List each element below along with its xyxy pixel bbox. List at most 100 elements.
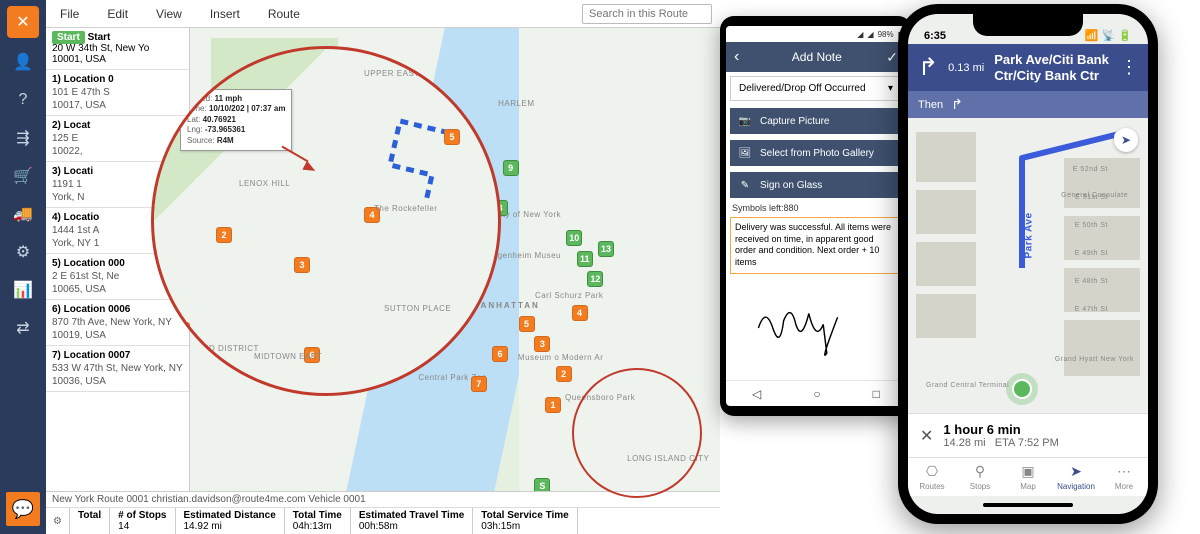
gear-icon[interactable]: ⚙ [46, 508, 70, 534]
menu-edit[interactable]: Edit [93, 7, 142, 21]
route-point-tooltip: Speed: 11 mph Time: 10/10/202 | 07:37 am… [180, 89, 292, 151]
eta-dist-unit: mi [974, 437, 986, 449]
map-stop[interactable]: 4 [572, 305, 588, 321]
then-label: Then [918, 99, 943, 111]
start-addr2: 10001, USA [52, 54, 106, 65]
signal-icon: ◢ [857, 30, 863, 39]
nav-recent-icon[interactable]: □ [873, 387, 880, 401]
zoom-stop: 1 [174, 322, 190, 338]
truck-icon[interactable]: 🚚 [9, 200, 37, 228]
nav-back-icon[interactable]: ◁ [752, 387, 761, 401]
map-label-carl: Carl Schurz Park [535, 291, 603, 300]
help-icon[interactable]: ? [9, 86, 37, 114]
status-dropdown[interactable]: Delivered/Drop Off Occurred ▾ [730, 76, 902, 101]
phone-notch [973, 14, 1083, 36]
map-stop[interactable]: 3 [534, 336, 550, 352]
select-gallery-button[interactable]: 🖼 Select from Photo Gallery [730, 140, 902, 166]
app-logo-icon[interactable]: ✕ [7, 6, 39, 38]
navigation-icon: ➤ [1070, 463, 1082, 480]
nav-home-icon[interactable]: ○ [813, 387, 820, 401]
poi-grand-central: Grand Central Terminal [926, 382, 1009, 389]
map-label-harlem: HARLEM [498, 99, 534, 108]
chat-icon[interactable]: 💬 [6, 492, 40, 526]
street-label-e47: E 47th St [1075, 306, 1108, 313]
dist-value: 14.92 mi [184, 521, 276, 532]
nav-destination: Park Ave/Citi Bank Ctr/City Bank Ctr [994, 52, 1110, 83]
status-time: 6:35 [924, 30, 946, 42]
fleet-icon[interactable]: ⚙ [9, 238, 37, 266]
start-addr1: 20 W 34th St, New Yo [52, 43, 149, 54]
battery-pct: 98% [878, 30, 894, 39]
ett-value: 00h:58m [359, 521, 464, 532]
sign-glass-button[interactable]: ✎ Sign on Glass [730, 172, 902, 198]
zoom-label-sutton: SUTTON PLACE [384, 304, 451, 313]
map-stop[interactable]: 13 [598, 241, 614, 257]
home-indicator[interactable] [908, 496, 1148, 514]
street-label-e50: E 50th St [1075, 222, 1108, 229]
swap-icon[interactable]: ⇄ [9, 314, 37, 342]
zoom-stop: 3 [294, 257, 310, 273]
menu-route[interactable]: Route [254, 7, 314, 21]
eta-dist: 14.28 [943, 437, 971, 449]
phone-navigation: 6:35 📶 📡 🔋 ↱ 0.13 mi Park Ave/Citi Bank … [898, 4, 1158, 524]
main-column: File Edit View Insert Route Start Start … [46, 0, 720, 534]
signature-icon: ✎ [738, 179, 752, 191]
vehicle-marker-icon [1012, 379, 1032, 399]
menu-file[interactable]: File [46, 7, 93, 21]
poi-grand-hyatt: Grand Hyatt New York [1055, 356, 1134, 363]
tab-navigation[interactable]: ➤Navigation [1052, 458, 1100, 496]
tt-header: Total Time [293, 510, 342, 521]
confirm-icon[interactable]: ✓ [886, 49, 898, 66]
back-icon[interactable]: ‹ [734, 48, 739, 66]
gallery-icon: 🖼 [738, 147, 752, 159]
map-stop[interactable]: 10 [566, 230, 582, 246]
tab-routes[interactable]: ⎔Routes [908, 458, 956, 496]
map-focus-circle [572, 368, 702, 498]
close-icon[interactable]: ✕ [920, 426, 933, 446]
tst-header: Total Service Time [481, 510, 568, 521]
street-label-e48: E 48th St [1075, 278, 1108, 285]
note-textarea[interactable]: Delivery was successful. All items were … [730, 217, 902, 274]
tab-more[interactable]: ⋯More [1100, 458, 1148, 496]
recenter-button[interactable]: ➤ [1114, 128, 1138, 152]
nav-then-bar: Then ↱ [908, 91, 1148, 118]
chevron-down-icon: ▾ [888, 83, 893, 94]
zoom-label-midtown: MIDTOWN EAST [254, 352, 322, 361]
search-input[interactable] [582, 4, 712, 24]
status-indicators: 📶 📡 🔋 [1085, 29, 1132, 42]
map-stop[interactable]: 2 [556, 366, 572, 382]
map-stop[interactable]: 1 [545, 397, 561, 413]
signature-pad[interactable] [726, 276, 906, 380]
eta-label: ETA [995, 437, 1015, 449]
menu-view[interactable]: View [142, 7, 196, 21]
menu-insert[interactable]: Insert [196, 7, 254, 21]
phone1-header: ‹ Add Note ✓ [726, 42, 906, 72]
phone1-status-bar: ◢ ◢ 98% ▮ [726, 26, 906, 42]
tab-map[interactable]: ▣Map [1004, 458, 1052, 496]
then-turn-icon: ↱ [951, 96, 963, 113]
routes-icon: ⎔ [926, 463, 938, 480]
overflow-menu-icon[interactable]: ⋮ [1120, 57, 1138, 78]
map-stop[interactable]: 12 [587, 271, 603, 287]
map-magnifier: 1 2 3 4 5 6 LENOX HILL UPPER EAST SIDE T… [151, 46, 501, 396]
capture-picture-button[interactable]: 📷 Capture Picture [730, 108, 902, 134]
routes-icon[interactable]: ⇶ [9, 124, 37, 152]
map-stop[interactable]: 9 [503, 160, 519, 176]
nav-header: ↱ 0.13 mi Park Ave/Citi Bank Ctr/City Ba… [908, 44, 1148, 91]
street-label-e49: E 49th St [1075, 250, 1108, 257]
start-title: Start [88, 32, 111, 43]
user-icon[interactable]: 👤 [9, 48, 37, 76]
eta-time: 7:52 PM [1018, 437, 1059, 449]
building-block [916, 294, 976, 338]
map-stop[interactable]: 11 [577, 251, 593, 267]
menubar: File Edit View Insert Route [46, 0, 720, 28]
cart-icon[interactable]: 🛒 [9, 162, 37, 190]
street-label-e52: E 52nd St [1073, 166, 1108, 173]
btn-label: Capture Picture [760, 116, 829, 127]
analytics-icon[interactable]: 📊 [9, 276, 37, 304]
nav-map[interactable]: ➤ Park Ave E 52nd St E 51st St E 50th St… [908, 118, 1148, 413]
tab-stops[interactable]: ⚲Stops [956, 458, 1004, 496]
bottom-tab-bar: ⎔Routes ⚲Stops ▣Map ➤Navigation ⋯More [908, 457, 1148, 496]
desktop-app: ✕ 👤 ? ⇶ 🛒 🚚 ⚙ 📊 ⇄ 💬 File Edit View Inser… [0, 0, 720, 534]
map-stop[interactable]: 5 [519, 316, 535, 332]
